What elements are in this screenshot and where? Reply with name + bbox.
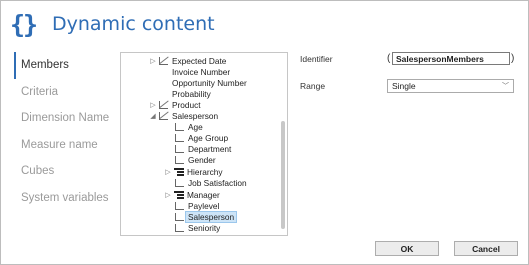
range-select[interactable]: Single ﹀ [387, 79, 514, 93]
tree-item[interactable]: Age [173, 121, 205, 132]
tree-item[interactable]: Probability [157, 88, 213, 99]
expand-arrow-icon[interactable]: ▷ [149, 57, 157, 65]
cancel-button[interactable]: Cancel [454, 241, 518, 256]
tree-item-selected[interactable]: Salesperson [173, 210, 238, 223]
tree-item[interactable]: Gender [173, 154, 218, 165]
expand-arrow-icon[interactable]: ▷ [149, 101, 157, 109]
tree-scrollbar[interactable] [281, 121, 285, 229]
dialog-header: {} Dynamic content [10, 7, 215, 41]
hierarchy-icon [173, 167, 184, 176]
member-tree[interactable]: ▷ Expected Date Invoice Number Opportuni… [120, 52, 288, 236]
tree-item[interactable]: Invoice Number [157, 66, 232, 77]
attribute-icon [175, 201, 184, 210]
tree-item[interactable]: ▷ Hierarchy [164, 166, 225, 177]
sidebar-item-dimension-name[interactable]: Dimension Name [14, 105, 109, 132]
dialog-title: Dynamic content [52, 13, 215, 35]
range-label: Range [300, 81, 326, 91]
expand-arrow-icon[interactable]: ▷ [164, 191, 172, 199]
tree-item[interactable]: Age Group [173, 132, 230, 143]
sidebar-item-measure-name[interactable]: Measure name [14, 132, 109, 159]
attribute-icon [159, 111, 168, 120]
attribute-icon [175, 178, 184, 187]
tree-item[interactable]: ▷ Manager [164, 189, 222, 200]
chevron-down-icon: ﹀ [502, 83, 509, 90]
identifier-input[interactable]: SalespersonMembers [392, 52, 510, 65]
sidebar-item-criteria[interactable]: Criteria [14, 79, 109, 106]
dynamic-content-dialog: {} Dynamic content Members Criteria Dime… [0, 0, 529, 265]
attribute-icon [159, 100, 168, 109]
identifier-label: Identifier [300, 54, 333, 64]
tree-item[interactable]: Paylevel [173, 200, 221, 211]
tree-item[interactable]: ▷ Expected Date [149, 55, 228, 66]
range-select-value: Single [392, 81, 416, 91]
attribute-icon [175, 212, 184, 221]
tree-item[interactable]: Seniority [173, 222, 222, 233]
sidebar-item-cubes[interactable]: Cubes [14, 158, 109, 185]
attribute-icon [175, 133, 184, 142]
sidebar-item-system-variables[interactable]: System variables [14, 185, 109, 212]
attribute-icon [175, 155, 184, 164]
ok-button[interactable]: OK [375, 241, 439, 256]
attribute-icon [175, 223, 184, 232]
hierarchy-icon [173, 190, 184, 199]
sidebar-nav: Members Criteria Dimension Name Measure … [14, 52, 109, 211]
attribute-icon [159, 56, 168, 65]
curly-braces-icon: {} [10, 9, 38, 39]
expand-arrow-icon[interactable]: ▷ [164, 168, 172, 176]
tree-item[interactable]: Opportunity Number [157, 77, 249, 88]
tree-item[interactable]: ◢ Salesperson [149, 110, 220, 121]
identifier-paren-close: ) [511, 53, 515, 64]
tree-item[interactable]: ▷ Product [149, 99, 203, 110]
attribute-icon [175, 122, 184, 131]
sidebar-item-members[interactable]: Members [14, 52, 109, 79]
attribute-icon [175, 144, 184, 153]
tree-item[interactable]: Job Satisfaction [173, 177, 249, 188]
identifier-paren-open: ( [387, 53, 391, 64]
tree-item[interactable]: Department [173, 143, 233, 154]
collapse-arrow-icon[interactable]: ◢ [149, 112, 157, 120]
